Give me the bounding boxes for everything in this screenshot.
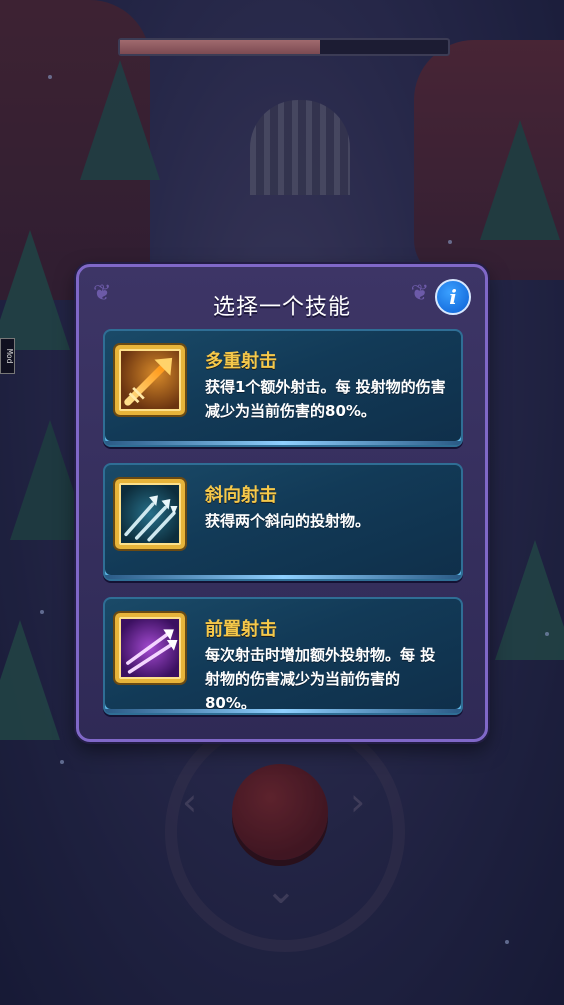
skill-card-diagonal[interactable]: 斜向射击 获得两个斜向的投射物。 (103, 463, 463, 581)
level-progress-bar (118, 38, 450, 56)
skill-card-multishot[interactable]: 多重射击 获得1个额外射击。每 投射物的伤害减少为当前伤害的80%。 (103, 329, 463, 447)
purple-arrows-icon (115, 613, 185, 683)
skill-name: 前置射击 (205, 619, 277, 640)
info-button[interactable]: i (435, 279, 471, 315)
skill-card-front[interactable]: 前置射击 每次射击时增加额外投射物。每 投射物的伤害减少为当前伤害的80%。 (103, 597, 463, 715)
level-progress-fill (120, 40, 321, 54)
mod-menu-tab[interactable]: Mod (0, 338, 15, 374)
skill-name: 斜向射击 (205, 485, 277, 506)
skill-description: 获得1个额外射击。每 投射物的伤害减少为当前伤害的80%。 (205, 378, 446, 420)
golden-arrow-icon (115, 345, 185, 415)
skill-description: 获得两个斜向的投射物。 (205, 512, 371, 530)
skill-select-dialog: ❦ ❦ 选择一个技能 i 多重射击 获得1个额外射击。每 投射物的伤害减少为当前… (76, 264, 488, 742)
skill-name: 多重射击 (205, 351, 277, 372)
diagonal-arrows-icon (115, 479, 185, 549)
dialog-title: 选择一个技能 (212, 295, 351, 320)
skill-description: 每次射击时增加额外投射物。每 投射物的伤害减少为当前伤害的80%。 (205, 646, 436, 712)
